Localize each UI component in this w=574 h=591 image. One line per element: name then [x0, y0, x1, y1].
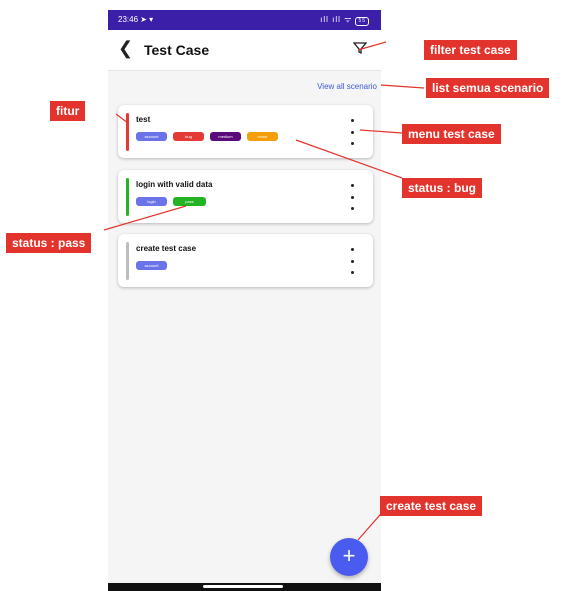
callout-filter: filter test case [424, 40, 517, 60]
arrow-menu [359, 129, 403, 134]
arrow-list [380, 84, 425, 89]
arrow-filter [357, 41, 387, 51]
arrow-pass [103, 205, 187, 231]
arrow-bug [295, 139, 403, 179]
arrow-fitur [115, 113, 129, 124]
callout-bug: status : bug [402, 178, 482, 198]
callout-list: list semua scenario [426, 78, 550, 98]
callout-menu: menu test case [402, 124, 501, 144]
callout-create: create test case [380, 496, 483, 516]
callout-pass: status : pass [6, 233, 92, 253]
callout-fitur: fitur [50, 101, 86, 121]
